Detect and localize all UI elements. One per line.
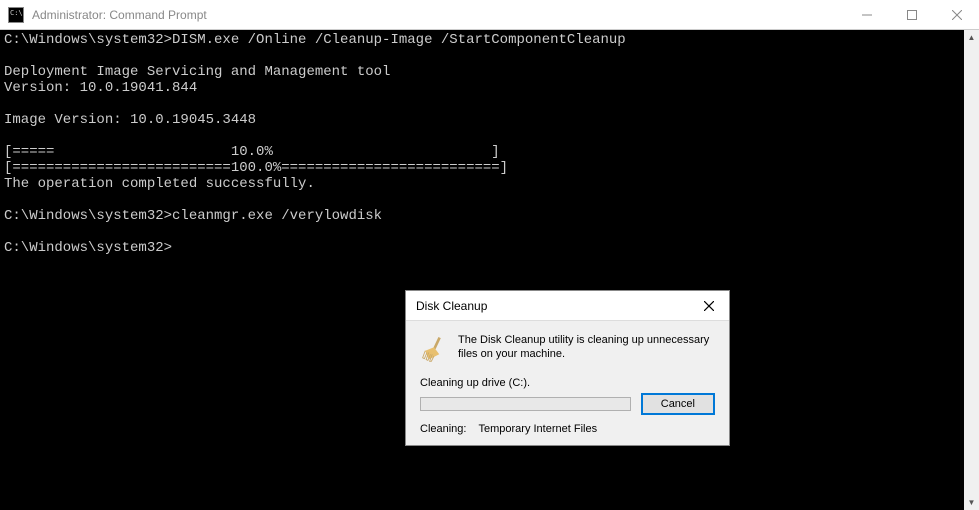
dialog-status: Cleaning up drive (C:).	[420, 377, 715, 389]
terminal-line: Version: 10.0.19041.844	[4, 80, 197, 96]
cancel-button[interactable]: Cancel	[641, 393, 715, 415]
broom-icon	[420, 335, 448, 363]
terminal-line: C:\Windows\system32>DISM.exe /Online /Cl…	[4, 32, 626, 48]
progress-bar	[420, 397, 631, 411]
dialog-body: The Disk Cleanup utility is cleaning up …	[406, 321, 729, 445]
cleaning-value: Temporary Internet Files	[478, 423, 597, 435]
dialog-title: Disk Cleanup	[416, 299, 689, 313]
dialog-message: The Disk Cleanup utility is cleaning up …	[458, 333, 715, 362]
window-controls	[844, 0, 979, 29]
cmd-icon	[8, 7, 24, 23]
terminal-line: [==========================100.0%=======…	[4, 160, 508, 176]
terminal-line: C:\Windows\system32>cleanmgr.exe /verylo…	[4, 208, 382, 224]
scroll-down-icon[interactable]: ▼	[964, 495, 979, 510]
scroll-up-icon[interactable]: ▲	[964, 30, 979, 45]
disk-cleanup-dialog: Disk Cleanup The Disk Cleanup utility is…	[405, 290, 730, 446]
terminal-line: The operation completed successfully.	[4, 176, 315, 192]
terminal-line: Image Version: 10.0.19045.3448	[4, 112, 256, 128]
window-titlebar: Administrator: Command Prompt	[0, 0, 979, 30]
terminal-line: C:\Windows\system32>	[4, 240, 172, 256]
terminal-line: Deployment Image Servicing and Managemen…	[4, 64, 390, 80]
terminal-line: [===== 10.0% ]	[4, 144, 500, 160]
cleaning-label: Cleaning:	[420, 423, 466, 435]
maximize-button[interactable]	[889, 0, 934, 29]
close-button[interactable]	[934, 0, 979, 29]
window-title: Administrator: Command Prompt	[32, 8, 844, 22]
scroll-track[interactable]	[964, 45, 979, 495]
dialog-close-button[interactable]	[689, 291, 729, 320]
dialog-titlebar[interactable]: Disk Cleanup	[406, 291, 729, 321]
vertical-scrollbar[interactable]: ▲ ▼	[964, 30, 979, 510]
minimize-button[interactable]	[844, 0, 889, 29]
